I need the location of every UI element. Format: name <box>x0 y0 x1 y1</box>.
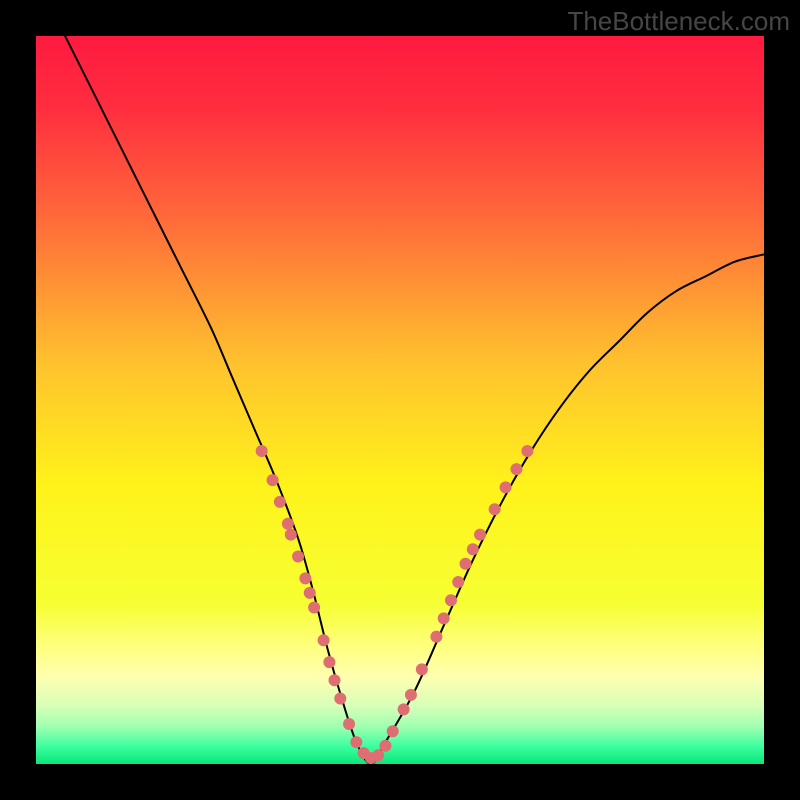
bead-marker <box>299 572 311 584</box>
bead-marker <box>467 543 479 555</box>
bead-marker <box>387 725 399 737</box>
bead-marker <box>430 631 442 643</box>
watermark-text: TheBottleneck.com <box>567 6 790 37</box>
bead-marker <box>379 740 391 752</box>
bead-marker <box>318 634 330 646</box>
bead-marker <box>489 503 501 515</box>
bead-marker <box>285 529 297 541</box>
bead-marker <box>372 749 384 761</box>
outer-frame: TheBottleneck.com <box>0 0 800 800</box>
bead-marker <box>474 529 486 541</box>
plot-area <box>36 36 764 764</box>
bead-marker <box>267 474 279 486</box>
bead-marker <box>438 612 450 624</box>
bead-marker <box>274 496 286 508</box>
gradient-background <box>36 36 764 764</box>
bead-marker <box>521 445 533 457</box>
bead-marker <box>308 601 320 613</box>
bead-marker <box>328 674 340 686</box>
bead-marker <box>256 445 268 457</box>
bead-marker <box>350 736 362 748</box>
bead-marker <box>510 463 522 475</box>
bead-marker <box>343 718 355 730</box>
bead-marker <box>445 594 457 606</box>
bead-marker <box>323 656 335 668</box>
bead-marker <box>282 518 294 530</box>
bead-marker <box>304 587 316 599</box>
bead-marker <box>452 576 464 588</box>
bead-marker <box>460 558 472 570</box>
bead-marker <box>500 481 512 493</box>
bead-marker <box>405 689 417 701</box>
chart-svg <box>36 36 764 764</box>
bead-marker <box>334 692 346 704</box>
bead-marker <box>398 703 410 715</box>
bead-marker <box>416 663 428 675</box>
bead-marker <box>292 551 304 563</box>
